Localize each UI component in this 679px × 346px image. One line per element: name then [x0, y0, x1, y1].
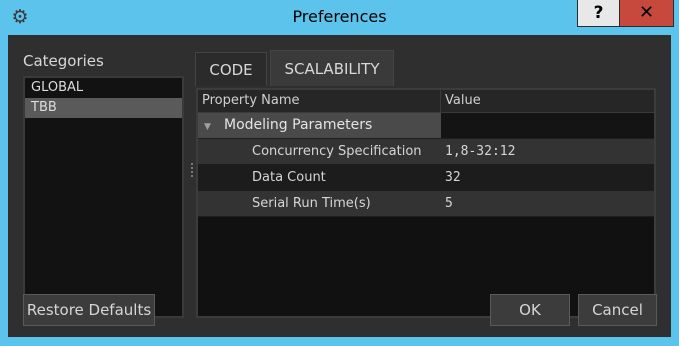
tab-code[interactable]: CODE: [195, 52, 267, 86]
table-row[interactable]: Concurrency Specification 1,8-32:12: [198, 139, 654, 165]
help-button[interactable]: ?: [577, 0, 620, 27]
group-value-cell: [441, 113, 654, 138]
tab-scalability[interactable]: SCALABILITY: [270, 50, 394, 86]
close-button[interactable]: ✕: [619, 0, 674, 27]
preferences-window: ⚙ Preferences ? ✕ Categories GLOBAL TBB …: [0, 0, 679, 346]
group-cell: ▼ Modeling Parameters: [198, 113, 441, 138]
table-row[interactable]: Serial Run Time(s) 5: [198, 191, 654, 217]
ok-button[interactable]: OK: [490, 294, 570, 326]
collapse-arrow-icon[interactable]: ▼: [204, 115, 218, 140]
property-name-cell: Concurrency Specification: [252, 144, 422, 159]
table-row[interactable]: Data Count 32: [198, 165, 654, 191]
category-item-global[interactable]: GLOBAL: [25, 78, 182, 98]
grid-header: Property Name Value: [198, 90, 654, 113]
title-bar[interactable]: ⚙ Preferences ? ✕: [0, 0, 679, 34]
property-value-cell[interactable]: 5: [441, 191, 654, 216]
category-item-tbb[interactable]: TBB: [25, 98, 182, 118]
property-name-cell: Serial Run Time(s): [252, 196, 371, 211]
restore-defaults-button[interactable]: Restore Defaults: [23, 294, 155, 326]
property-value-cell[interactable]: 32: [441, 165, 654, 190]
property-value-cell[interactable]: 1,8-32:12: [441, 139, 654, 164]
column-header-property-name[interactable]: Property Name: [198, 90, 441, 112]
property-name-cell: Data Count: [252, 170, 326, 185]
group-label: Modeling Parameters: [224, 117, 373, 133]
dialog-body: Categories GLOBAL TBB CODE SCALABILITY P…: [8, 35, 671, 337]
group-row[interactable]: ▼ Modeling Parameters: [198, 113, 654, 139]
categories-list[interactable]: GLOBAL TBB: [23, 76, 184, 318]
property-grid[interactable]: Property Name Value ▼ Modeling Parameters…: [196, 88, 656, 318]
column-header-value[interactable]: Value: [441, 90, 654, 112]
categories-label: Categories: [23, 52, 104, 70]
cancel-button[interactable]: Cancel: [578, 294, 657, 326]
